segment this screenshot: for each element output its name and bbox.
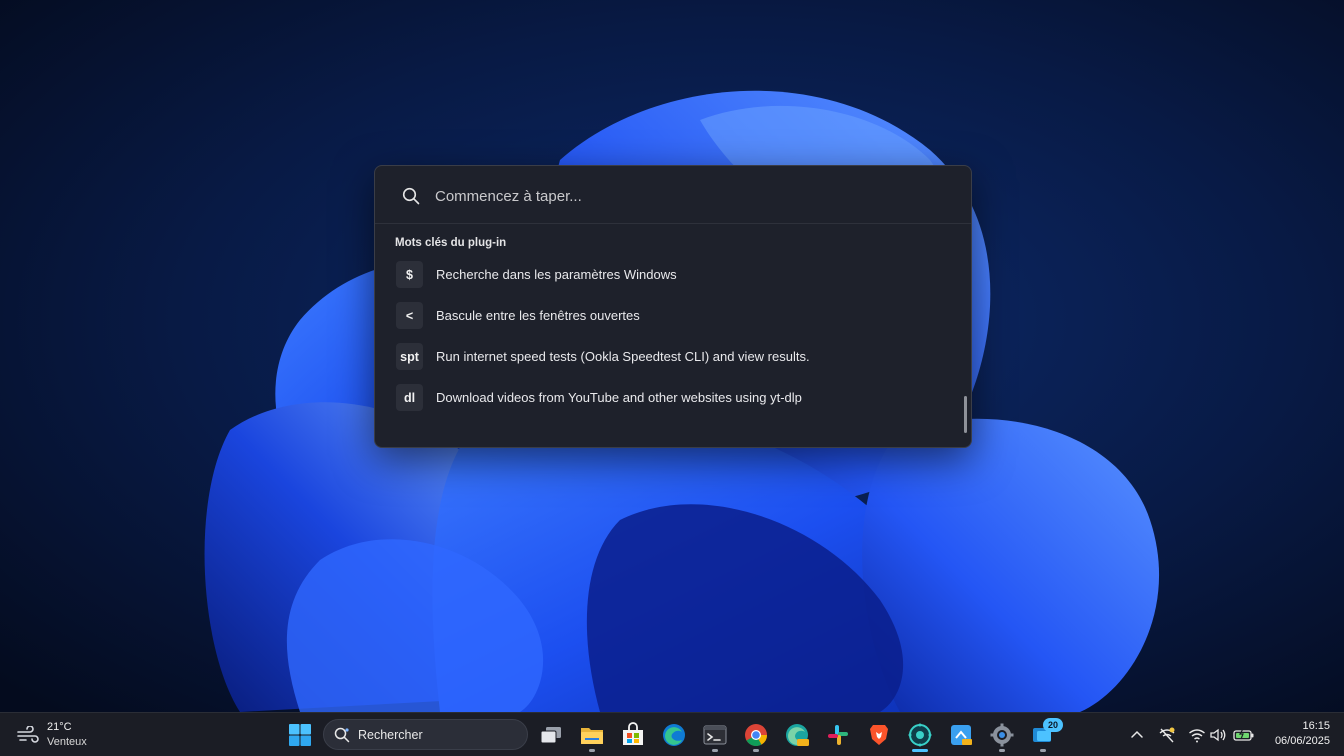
- result-item-settings-search[interactable]: $ Recherche dans les paramètres Windows: [375, 254, 955, 295]
- result-item-window-switch[interactable]: < Bascule entre les fenêtres ouvertes: [375, 295, 955, 336]
- volume-icon[interactable]: [1209, 726, 1227, 744]
- results-list: $ Recherche dans les paramètres Windows …: [375, 254, 955, 418]
- search-icon: [402, 187, 420, 205]
- wifi-icon[interactable]: [1188, 726, 1206, 744]
- gear-icon[interactable]: [989, 722, 1015, 748]
- section-title: Mots clés du plug-in: [395, 237, 507, 249]
- running-indicator: [589, 749, 595, 752]
- result-item-speedtest[interactable]: spt Run internet speed tests (Ookla Spee…: [375, 336, 955, 377]
- clock-date: 06/06/2025: [1274, 735, 1330, 747]
- result-label: Download videos from YouTube and other w…: [436, 390, 802, 405]
- task-view-icon[interactable]: [538, 722, 564, 748]
- running-indicator: [1040, 749, 1046, 752]
- command-launcher: Mots clés du plug-in $ Recherche dans le…: [374, 165, 972, 448]
- results-scrollbar[interactable]: [964, 396, 967, 433]
- keyword-badge: $: [396, 261, 423, 288]
- taskbar: 21°C Venteux Rechercher 20 16:15 06/06/2…: [0, 712, 1344, 756]
- terminal-icon[interactable]: [702, 722, 728, 748]
- keyword-badge: <: [396, 302, 423, 329]
- result-item-yt-dlp[interactable]: dl Download videos from YouTube and othe…: [375, 377, 955, 418]
- launcher-search-row: [375, 166, 971, 224]
- result-label: Recherche dans les paramètres Windows: [436, 267, 677, 282]
- notification-count-badge: 20: [1043, 718, 1063, 732]
- brave-icon[interactable]: [866, 722, 892, 748]
- folder-icon[interactable]: [579, 722, 605, 748]
- clock[interactable]: 16:15 06/06/2025: [1262, 719, 1330, 749]
- remote-desktop-icon[interactable]: [948, 722, 974, 748]
- edge-icon[interactable]: [661, 722, 687, 748]
- wind-icon: [17, 726, 39, 743]
- chevron-up-icon[interactable]: [1128, 726, 1146, 744]
- battery-charging-icon[interactable]: [1233, 726, 1255, 744]
- running-indicator: [712, 749, 718, 752]
- running-indicator: [753, 749, 759, 752]
- running-indicator: [999, 749, 1005, 752]
- taskbar-search-label: Rechercher: [358, 728, 423, 742]
- slack-icon[interactable]: [825, 722, 851, 748]
- active-app-indicator: [912, 749, 928, 752]
- windows-logo-icon[interactable]: [287, 722, 313, 748]
- taskbar-search-box[interactable]: Rechercher: [323, 719, 528, 750]
- result-label: Bascule entre les fenêtres ouvertes: [436, 308, 640, 323]
- clock-time: 16:15: [1302, 720, 1330, 732]
- weather-condition: Venteux: [47, 736, 87, 748]
- chrome-icon[interactable]: [743, 722, 769, 748]
- network-warning-icon[interactable]: [1158, 726, 1176, 744]
- search-copilot-icon: [334, 727, 350, 743]
- keyword-badge: dl: [396, 384, 423, 411]
- store-icon[interactable]: [620, 722, 646, 748]
- keyword-badge: spt: [396, 343, 423, 370]
- weather-temperature: 21°C: [47, 721, 72, 733]
- weather-widget[interactable]: 21°C Venteux: [14, 719, 104, 751]
- powertoys-icon[interactable]: [907, 722, 933, 748]
- result-label: Run internet speed tests (Ookla Speedtes…: [436, 349, 810, 364]
- edge-canary-icon[interactable]: [784, 722, 810, 748]
- launcher-search-input[interactable]: [433, 182, 937, 210]
